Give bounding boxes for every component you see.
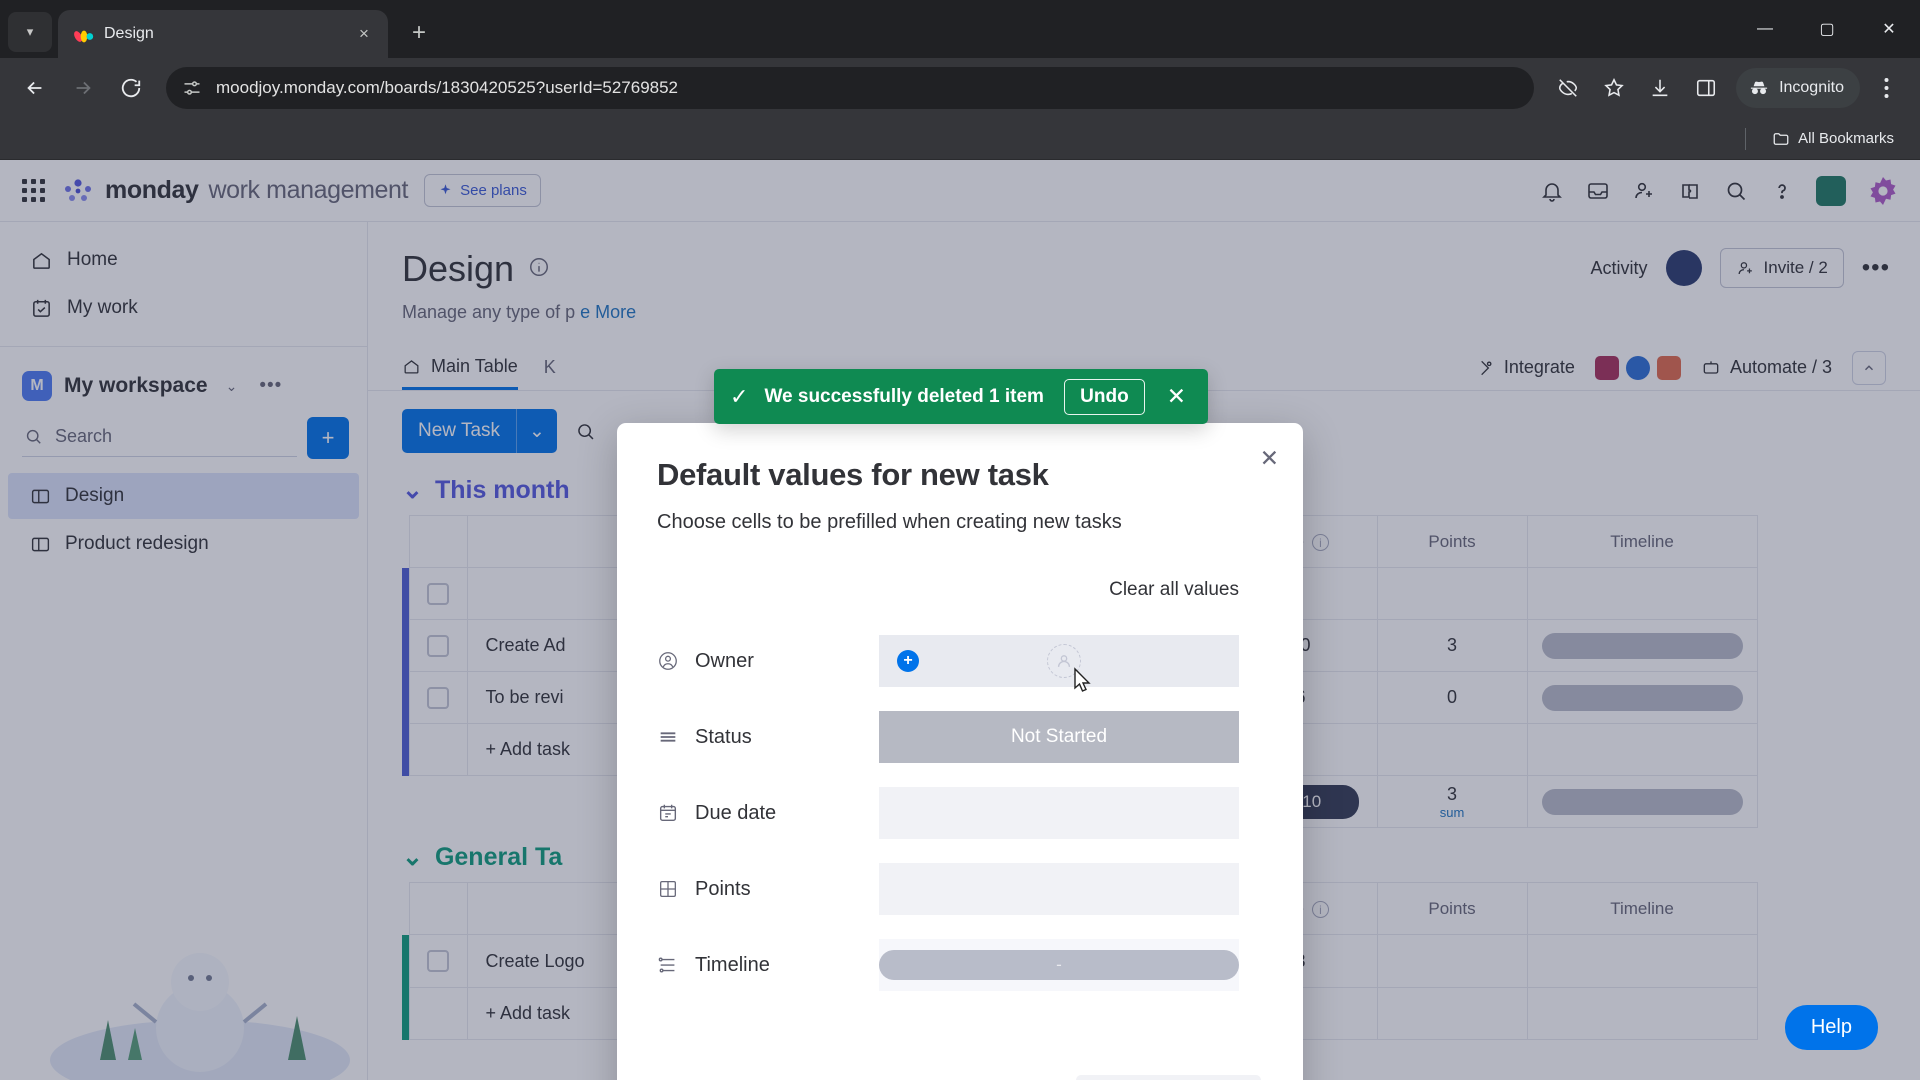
- person-circle-icon: [659, 652, 677, 670]
- browser-window: ▾ Design × + — ▢ ✕ moodjoy.monday.com/bo…: [0, 0, 1920, 1080]
- monday-logo-icon: [74, 30, 94, 43]
- field-row-owner: Owner +: [657, 623, 1263, 699]
- bookmarks-bar: All Bookmarks: [0, 118, 1920, 160]
- field-row-points: Points: [657, 851, 1263, 927]
- tab-search-button[interactable]: ▾: [8, 12, 52, 52]
- page-content: monday work management See plans Home My…: [0, 160, 1920, 1080]
- field-label-owner: Owner: [657, 650, 879, 673]
- undo-button[interactable]: Undo: [1064, 378, 1145, 415]
- status-cell[interactable]: Not Started: [879, 711, 1239, 763]
- field-label-timeline: Timeline: [657, 954, 879, 977]
- maximize-icon[interactable]: ▢: [1796, 0, 1858, 58]
- default-values-modal: ✕ Default values for new task Choose cel…: [617, 423, 1303, 1080]
- field-label-text: Timeline: [695, 953, 770, 976]
- divider: [1745, 127, 1747, 150]
- field-label-text: Owner: [695, 649, 754, 672]
- reload-icon[interactable]: [110, 67, 152, 109]
- forward-icon[interactable]: [62, 67, 104, 109]
- incognito-indicator[interactable]: Incognito: [1736, 68, 1860, 108]
- chevron-down-icon: ▾: [26, 24, 34, 39]
- address-bar[interactable]: moodjoy.monday.com/boards/1830420525?use…: [166, 67, 1535, 109]
- page-settings-icon: [184, 81, 200, 95]
- toast-notification: ✓ We successfully deleted 1 item Undo ✕: [714, 369, 1208, 424]
- save-changes-button[interactable]: Save changes: [1075, 1075, 1261, 1080]
- field-row-timeline: Timeline -: [657, 927, 1263, 1003]
- status-value: Not Started: [1010, 726, 1108, 747]
- download-icon[interactable]: [1640, 68, 1680, 108]
- browser-menu-icon[interactable]: [1866, 68, 1906, 108]
- field-label-points: Points: [657, 878, 879, 901]
- field-value-status[interactable]: Not Started: [879, 699, 1263, 775]
- field-row-status: Status Not Started: [657, 699, 1263, 775]
- field-label-text: Due date: [695, 801, 777, 824]
- help-button[interactable]: Help: [1784, 1005, 1878, 1050]
- status-lines-icon: [660, 732, 676, 742]
- modal-fields: Owner + Status Not Started Due date Poin…: [657, 623, 1263, 1003]
- check-icon: ✓: [730, 383, 749, 409]
- timeline-icon: [658, 957, 675, 973]
- field-label-due-date: Due date: [657, 802, 879, 825]
- field-value-timeline[interactable]: -: [879, 927, 1263, 1003]
- timeline-bar: -: [879, 950, 1239, 980]
- due-date-cell[interactable]: [879, 787, 1239, 839]
- browser-toolbar: moodjoy.monday.com/boards/1830420525?use…: [0, 58, 1920, 118]
- field-value-due-date[interactable]: [879, 775, 1263, 851]
- field-row-due-date: Due date: [657, 775, 1263, 851]
- owner-cell[interactable]: +: [879, 635, 1239, 687]
- close-tab-icon[interactable]: ×: [352, 22, 376, 46]
- incognito-label: Incognito: [1779, 79, 1844, 96]
- new-tab-button[interactable]: +: [398, 12, 440, 54]
- mouse-cursor: [1074, 667, 1091, 692]
- back-icon[interactable]: [14, 67, 56, 109]
- modal-title: Default values for new task: [657, 457, 1049, 492]
- url-text: moodjoy.monday.com/boards/1830420525?use…: [216, 78, 679, 97]
- tab-strip: ▾ Design × + — ▢ ✕: [0, 0, 1920, 58]
- add-owner-icon[interactable]: +: [897, 650, 919, 672]
- browser-tab[interactable]: Design ×: [58, 10, 388, 58]
- modal-footer: Cancel Save changes: [617, 1075, 1303, 1080]
- close-window-icon[interactable]: ✕: [1858, 0, 1920, 58]
- close-toast-icon[interactable]: ✕: [1161, 383, 1192, 410]
- close-modal-icon[interactable]: ✕: [1260, 445, 1279, 472]
- cancel-button[interactable]: Cancel: [959, 1076, 1068, 1080]
- tab-title: Design: [104, 25, 154, 42]
- field-label-status: Status: [657, 726, 879, 749]
- toast-message: We successfully deleted 1 item: [764, 385, 1044, 407]
- field-label-text: Points: [695, 877, 751, 900]
- eye-off-icon[interactable]: [1548, 68, 1588, 108]
- all-bookmarks-label: All Bookmarks: [1798, 130, 1894, 147]
- timeline-cell[interactable]: -: [879, 939, 1239, 991]
- minimize-icon[interactable]: —: [1734, 0, 1796, 58]
- points-cell[interactable]: [879, 863, 1239, 915]
- modal-subtitle: Choose cells to be prefilled when creati…: [657, 511, 1122, 533]
- field-value-points[interactable]: [879, 851, 1263, 927]
- window-controls: — ▢ ✕: [1734, 0, 1920, 58]
- star-icon[interactable]: [1594, 68, 1634, 108]
- calendar-icon: [659, 804, 677, 822]
- side-panel-icon[interactable]: [1686, 68, 1726, 108]
- folder-icon: [1773, 132, 1789, 145]
- all-bookmarks-button[interactable]: All Bookmarks: [1764, 126, 1902, 152]
- field-label-text: Status: [695, 725, 752, 748]
- incognito-icon: [1750, 81, 1768, 95]
- numbers-icon: [660, 881, 676, 897]
- clear-all-values-button[interactable]: Clear all values: [657, 579, 1263, 601]
